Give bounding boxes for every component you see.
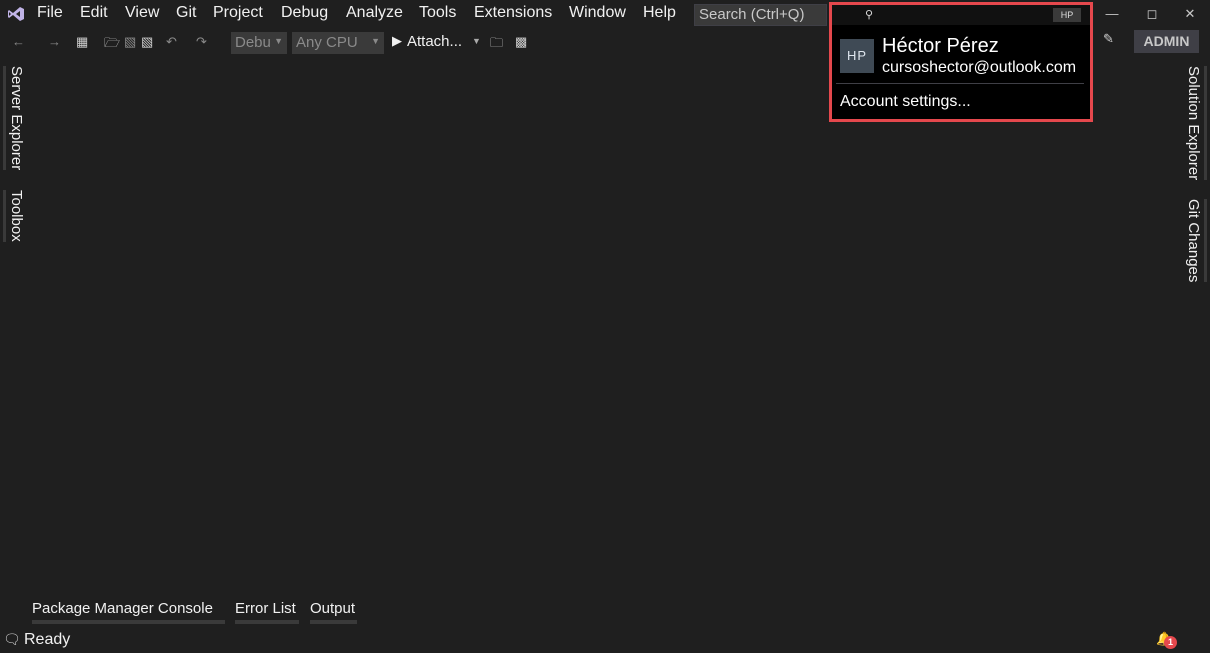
menu-debug[interactable]: Debug xyxy=(281,4,328,22)
avatar: HP xyxy=(840,39,874,73)
menu-analyze[interactable]: Analyze xyxy=(346,4,403,22)
user-badge[interactable]: ADMIN xyxy=(1134,30,1199,53)
configuration-value: Debu xyxy=(235,34,271,51)
redo-icon[interactable]: ↷ xyxy=(196,34,207,50)
account-popup: ⚲ HP HP Héctor Pérez cursoshector@outloo… xyxy=(829,2,1093,122)
open-file-icon[interactable]: 🗁 xyxy=(104,34,120,56)
save-icon[interactable]: ▧ xyxy=(124,34,136,50)
feedback-icon[interactable]: ✎ xyxy=(1103,31,1114,47)
notification-count-badge: 1 xyxy=(1164,636,1177,649)
menu-extensions[interactable]: Extensions xyxy=(474,4,552,22)
new-project-icon[interactable]: ▦ xyxy=(76,34,88,50)
chevron-down-icon: ▼ xyxy=(371,36,380,46)
configuration-dropdown[interactable]: Debu ▼ xyxy=(231,32,287,54)
menu-window[interactable]: Window xyxy=(569,4,626,22)
account-name: Héctor Pérez xyxy=(882,35,999,57)
tab-git-changes[interactable]: Git Changes xyxy=(1185,199,1207,283)
status-icon: 🗨 xyxy=(3,631,21,647)
account-email: cursoshector@outlook.com xyxy=(882,59,1077,76)
tab-solution-explorer[interactable]: Solution Explorer xyxy=(1185,66,1207,181)
divider xyxy=(836,83,1084,84)
account-settings-link[interactable]: Account settings... xyxy=(840,93,971,111)
menu-edit[interactable]: Edit xyxy=(80,4,108,22)
popup-header: ⚲ HP xyxy=(832,5,1090,25)
status-text: Ready xyxy=(24,631,71,648)
forward-icon[interactable]: → xyxy=(48,34,61,49)
search-icon[interactable]: ⚲ xyxy=(865,8,873,21)
menu-view[interactable]: View xyxy=(125,4,159,22)
status-bar: 🗨 Ready 🔔 1 xyxy=(0,628,1210,653)
menu-git[interactable]: Git xyxy=(176,4,196,22)
close-icon[interactable]: ✕ xyxy=(1172,0,1208,28)
chevron-down-icon[interactable]: ▼ xyxy=(472,36,481,46)
tab-server-explorer[interactable]: Server Explorer xyxy=(3,66,25,171)
maximize-icon[interactable]: ◻ xyxy=(1134,0,1170,28)
account-avatar-small[interactable]: HP xyxy=(1053,8,1081,22)
tab-output[interactable]: Output xyxy=(310,600,357,624)
platform-dropdown[interactable]: Any CPU ▼ xyxy=(292,32,384,54)
menu-help[interactable]: Help xyxy=(643,4,676,22)
tab-toolbox[interactable]: Toolbox xyxy=(3,190,25,242)
back-icon[interactable]: ← xyxy=(12,34,25,49)
chevron-down-icon: ▼ xyxy=(274,36,283,46)
search-input[interactable]: Search (Ctrl+Q) xyxy=(694,4,827,26)
menu-tools[interactable]: Tools xyxy=(419,4,456,22)
tab-package-manager-console[interactable]: Package Manager Console xyxy=(32,600,225,624)
browse-icon[interactable]: 🗀 xyxy=(490,34,503,56)
undo-icon[interactable]: ↶ xyxy=(166,34,177,50)
save-all-icon[interactable]: ▧ xyxy=(141,34,153,50)
layout-icon[interactable]: ▩ xyxy=(515,34,527,50)
menu-project[interactable]: Project xyxy=(213,4,263,22)
minimize-icon[interactable]: — xyxy=(1094,0,1130,28)
play-icon[interactable]: ▶ xyxy=(392,33,402,49)
visual-studio-logo-icon xyxy=(8,7,24,21)
tab-error-list[interactable]: Error List xyxy=(235,600,299,624)
attach-button[interactable]: Attach... xyxy=(407,33,462,50)
menu-file[interactable]: File xyxy=(37,4,63,22)
platform-value: Any CPU xyxy=(296,34,358,51)
